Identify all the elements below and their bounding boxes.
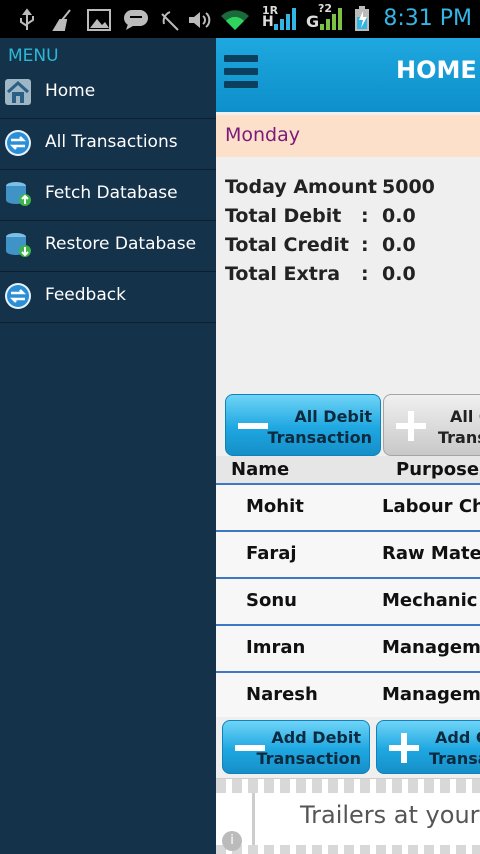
film-strip: [216, 779, 480, 793]
cell-purpose: Labour Cha: [382, 496, 480, 517]
cell-purpose: Manageme: [382, 637, 480, 658]
summary-value: 0.0: [382, 205, 416, 227]
day-label: Monday: [225, 124, 301, 146]
cell-name: Faraj: [246, 543, 297, 564]
button-label-line2: Transaction: [267, 428, 372, 447]
cell-purpose: Mechanic: [382, 590, 478, 611]
info-icon[interactable]: i: [222, 831, 242, 851]
cell-name: Imran: [246, 637, 306, 658]
database-upload-icon: [6, 182, 31, 206]
battery-icon: [355, 6, 369, 31]
film-strip: [216, 845, 480, 854]
app-header: HOME: [216, 38, 480, 112]
menu-item-restore-database[interactable]: Restore Database: [0, 221, 216, 272]
menu-item-label: Fetch Database: [45, 183, 178, 203]
home-icon: [5, 79, 31, 105]
button-label-line2: Trans: [438, 428, 480, 447]
cell-name: Naresh: [246, 684, 318, 705]
summary-row-total-credit: Total Credit : 0.0: [225, 234, 480, 263]
button-label-line2: Transaction: [256, 749, 361, 768]
summary-panel: Today Amount : 5000 Total Debit : 0.0 To…: [225, 176, 480, 292]
button-label-line1: Add Debit: [271, 728, 361, 747]
all-credit-transaction-button[interactable]: All C Trans: [383, 394, 480, 456]
summary-row-today-amount: Today Amount : 5000: [225, 176, 480, 205]
button-label-line1: All Debit: [294, 407, 372, 426]
table-row[interactable]: Imran Manageme: [216, 624, 480, 672]
day-banner: Monday: [216, 115, 480, 157]
add-debit-transaction-button[interactable]: Add Debit Transaction: [222, 720, 370, 774]
mute-icon: [161, 11, 179, 31]
cell-purpose: Manageme: [382, 684, 480, 705]
page-title: HOME: [396, 56, 477, 84]
signal-icon: [320, 8, 342, 30]
message-icon: [124, 10, 148, 30]
column-header-purpose: Purpose: [396, 459, 480, 480]
summary-label: Total Credit: [225, 234, 349, 256]
summary-label: Today Amount: [225, 176, 378, 198]
table-row[interactable]: Naresh Manageme: [216, 671, 480, 717]
table-row[interactable]: Mohit Labour Cha: [216, 483, 480, 531]
cell-name: Mohit: [246, 496, 304, 517]
all-debit-transaction-button[interactable]: All Debit Transaction: [225, 394, 381, 456]
menu-item-feedback[interactable]: Feedback: [0, 272, 216, 323]
transfer-icon: [5, 130, 31, 156]
table-header: Name Purpose: [216, 456, 480, 486]
summary-row-total-extra: Total Extra : 0.0: [225, 263, 480, 292]
add-credit-transaction-button[interactable]: Add C Transa: [376, 720, 480, 774]
button-label-line1: All C: [450, 407, 480, 426]
status-bar: 1R H G ?2 8:31 PM: [0, 0, 480, 38]
menu-item-label: All Transactions: [45, 132, 178, 152]
column-header-name: Name: [231, 459, 290, 480]
ad-banner[interactable]: Trailers at your i: [216, 778, 480, 854]
summary-colon: :: [361, 234, 369, 256]
minus-icon: [238, 411, 268, 441]
summary-label: Total Debit: [225, 205, 342, 227]
broom-icon: [52, 9, 71, 31]
menu-item-label: Home: [45, 81, 96, 101]
button-label-line2: Transa: [429, 749, 480, 768]
navigation-drawer: MENU Home All Transactions Fetch Databas…: [0, 38, 216, 854]
menu-item-home[interactable]: Home: [0, 68, 216, 119]
clock: 8:31 PM: [383, 6, 472, 31]
plus-icon: [389, 733, 419, 763]
hamburger-icon[interactable]: [224, 55, 258, 97]
usb-icon: [20, 8, 34, 30]
menu-item-all-transactions[interactable]: All Transactions: [0, 119, 216, 170]
summary-value: 0.0: [382, 234, 416, 256]
summary-value: 0.0: [382, 263, 416, 285]
plus-icon: [396, 411, 426, 441]
menu-item-fetch-database[interactable]: Fetch Database: [0, 170, 216, 221]
summary-row-total-debit: Total Debit : 0.0: [225, 205, 480, 234]
wifi-icon: [221, 10, 249, 30]
menu-item-label: Feedback: [45, 285, 126, 305]
summary-colon: :: [361, 205, 369, 227]
summary-label: Total Extra: [225, 263, 341, 285]
main-content: HOME Monday Today Amount : 5000 Total De…: [216, 38, 480, 854]
cell-name: Sonu: [246, 590, 297, 611]
volume-icon: [189, 12, 211, 28]
ad-text: Trailers at your: [300, 801, 480, 829]
summary-colon: :: [368, 176, 376, 198]
menu-title: MENU: [8, 46, 59, 66]
cell-purpose: Raw Mater: [382, 543, 480, 564]
transfer-icon: [5, 283, 31, 309]
summary-colon: :: [361, 263, 369, 285]
summary-value: 5000: [382, 176, 435, 198]
signal-icon: [274, 8, 296, 30]
table-row[interactable]: Faraj Raw Mater: [216, 530, 480, 578]
database-download-icon: [6, 233, 31, 257]
table-row[interactable]: Sonu Mechanic: [216, 577, 480, 625]
image-icon: [87, 9, 111, 31]
button-label-line1: Add C: [435, 728, 480, 747]
menu-item-label: Restore Database: [45, 234, 197, 254]
